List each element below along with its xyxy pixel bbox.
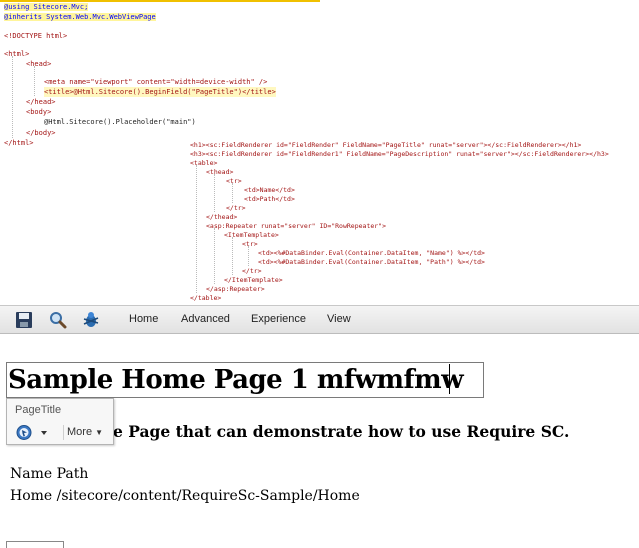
indent-guide (12, 56, 13, 138)
code-line-placeholder: @Html.Sitecore().Placeholder("main") (44, 118, 196, 126)
table-cell-name: Home (10, 488, 53, 504)
save-icon[interactable] (15, 311, 33, 329)
code-line-doctype: <!DOCTYPE html> (4, 32, 68, 40)
field-name-label: PageTitle (15, 404, 62, 416)
table-header-path: Path (56, 466, 89, 482)
page-editor-ribbon: Home Advanced Experience View (0, 305, 639, 334)
more-dropdown[interactable]: More ▼ (67, 426, 103, 438)
code-editor-screenshot: @using Sitecore.Mvc; @inherits System.We… (0, 0, 639, 305)
table-header-name: Name (10, 466, 53, 482)
search-icon[interactable] (49, 311, 67, 329)
tab-advanced[interactable]: Advanced (181, 313, 230, 325)
code-line-meta: <meta name="viewport" content="width=dev… (44, 78, 268, 86)
text-cursor (449, 364, 450, 394)
code-line-body-open: <body> (26, 108, 52, 116)
code-line-body-close: </body> (26, 129, 56, 137)
indent-guide (196, 165, 197, 293)
code-line-table-close: </table> (190, 294, 222, 302)
code-line-td-path: <td>Path</td> (244, 195, 295, 203)
chevron-down-icon: ▼ (95, 428, 104, 437)
code-line-eval-path: <td><%#DataBinder.Eval(Container.DataIte… (258, 258, 485, 266)
code-text: @inherits System.Web.Mvc.WebViewPage (4, 13, 156, 21)
field-toolbar-popup: PageTitle More ▼ (6, 398, 114, 445)
table-row: Home /sitecore/content/RequireSc-Sample/… (10, 485, 360, 507)
table-cell-path: /sitecore/content/RequireSc-Sample/Home (56, 488, 360, 504)
code-line-head-close: </head> (26, 98, 56, 106)
code-line-title: <title>@Html.Sitecore().BeginField("Page… (44, 87, 276, 97)
indent-guide (34, 66, 35, 96)
tab-home[interactable]: Home (129, 313, 158, 325)
code-line-html-close: </html> (4, 139, 34, 147)
code-line-tr: <tr> (226, 177, 242, 185)
tab-view[interactable]: View (327, 313, 351, 325)
indent-guide (214, 228, 215, 284)
page-title[interactable]: Sample Home Page 1 mfwmfmw (8, 362, 464, 398)
content-table: Name Path Home /sitecore/content/Require… (10, 463, 360, 507)
code-line-head-open: <head> (26, 60, 52, 68)
indent-guide (232, 237, 233, 275)
code-line-h3: <h3><sc:FieldRenderer id="FieldRender1" … (190, 150, 609, 158)
code-text: @using Sitecore.Mvc; (4, 3, 89, 11)
toolbar-separator (63, 425, 64, 440)
code-line-tr2: <tr> (242, 240, 258, 248)
code-line-using: @using Sitecore.Mvc; (4, 2, 89, 12)
page-description[interactable]: e Page that can demonstrate how to use R… (113, 422, 569, 441)
select-parent-button[interactable] (15, 424, 53, 441)
code-line-html-open: <html> (4, 50, 30, 58)
more-label: More (67, 426, 93, 438)
code-line-inherits: @inherits System.Web.Mvc.WebViewPage (4, 12, 156, 22)
table-header-row: Name Path (10, 463, 360, 485)
tab-experience[interactable]: Experience (251, 313, 306, 325)
indent-guide (214, 174, 215, 212)
indent-guide (248, 246, 249, 266)
indent-guide (232, 183, 233, 203)
debug-icon[interactable] (82, 311, 100, 329)
